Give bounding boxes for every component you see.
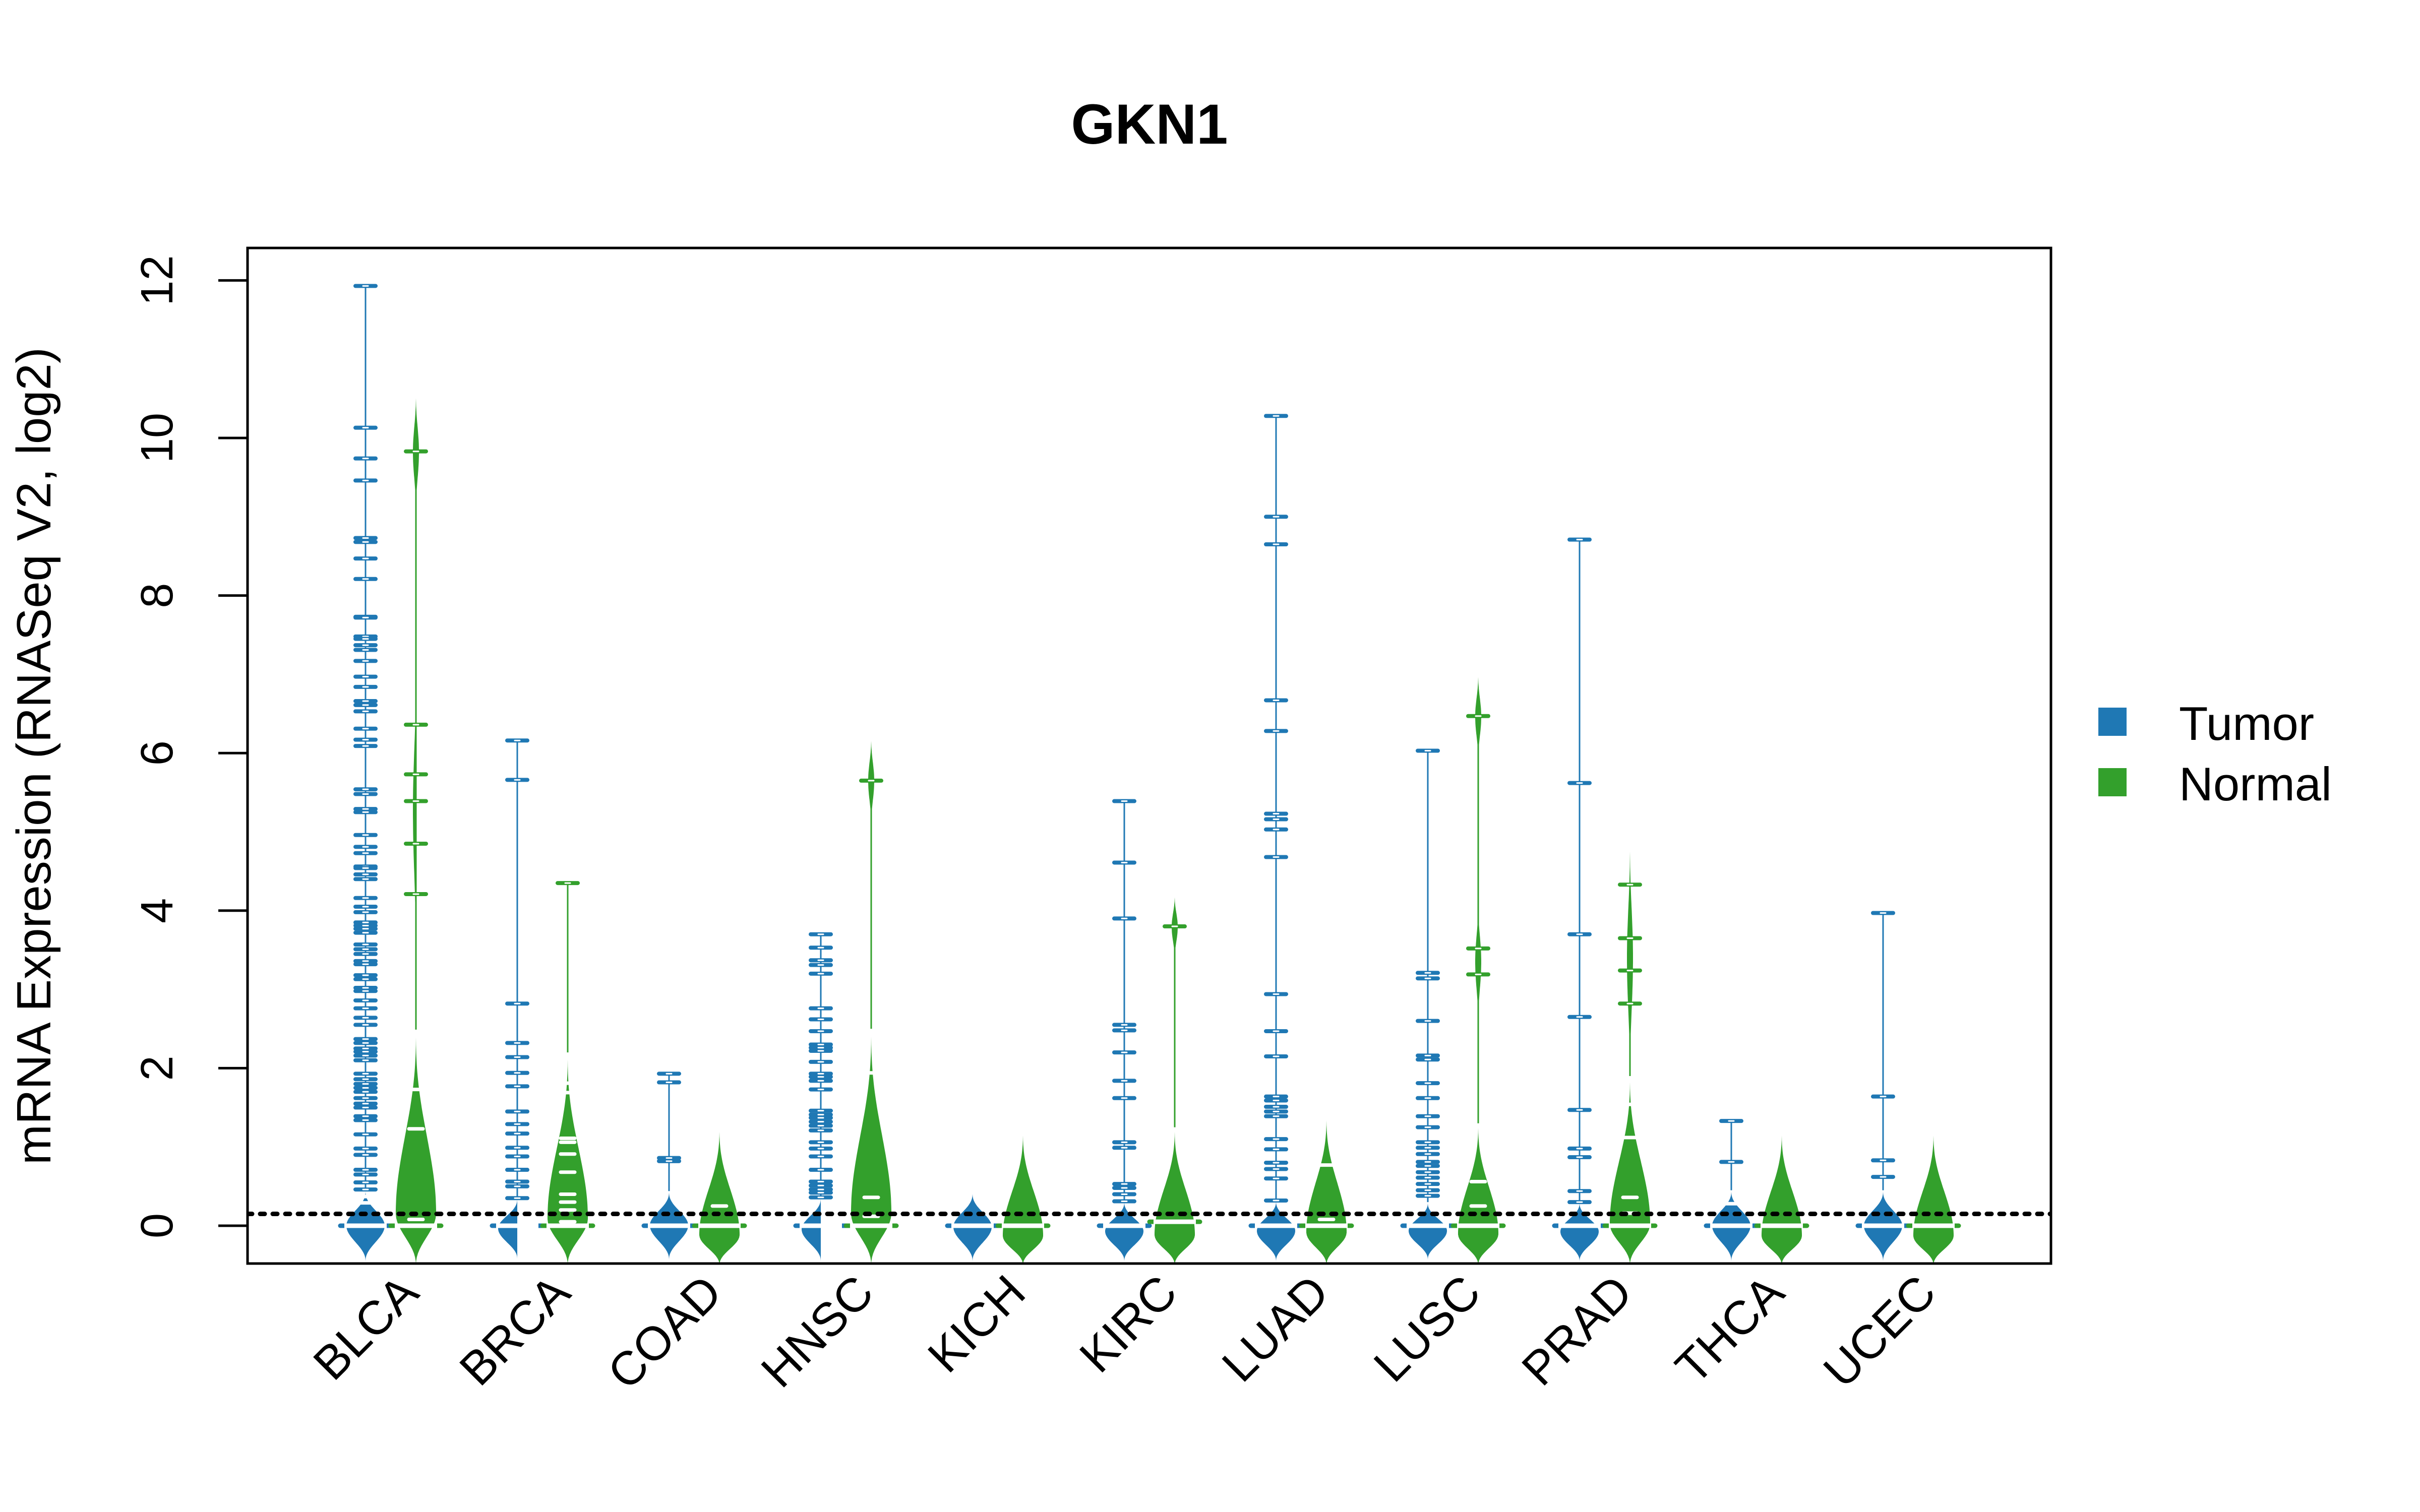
beanplot-chart: GKN1 mRNA Expression (RNASeq V2, log2) 0… xyxy=(0,0,2420,1512)
y-axis-label: mRNA Expression (RNASeq V2, log2) xyxy=(7,347,61,1165)
y-tick-label: 0 xyxy=(132,1213,183,1238)
y-tick-label: 4 xyxy=(132,898,183,923)
y-tick-label: 6 xyxy=(132,740,183,766)
legend-swatch-tumor xyxy=(2098,708,2127,736)
chart-background xyxy=(0,0,2420,1512)
y-tick-label: 2 xyxy=(132,1055,183,1081)
y-tick-label: 10 xyxy=(132,413,183,463)
legend-swatch-normal xyxy=(2098,768,2127,796)
legend-label-normal: Normal xyxy=(2179,758,2332,810)
y-tick-label: 8 xyxy=(132,583,183,608)
y-tick-label: 12 xyxy=(132,255,183,305)
legend-label-tumor: Tumor xyxy=(2179,697,2314,750)
chart-title: GKN1 xyxy=(1071,93,1228,156)
